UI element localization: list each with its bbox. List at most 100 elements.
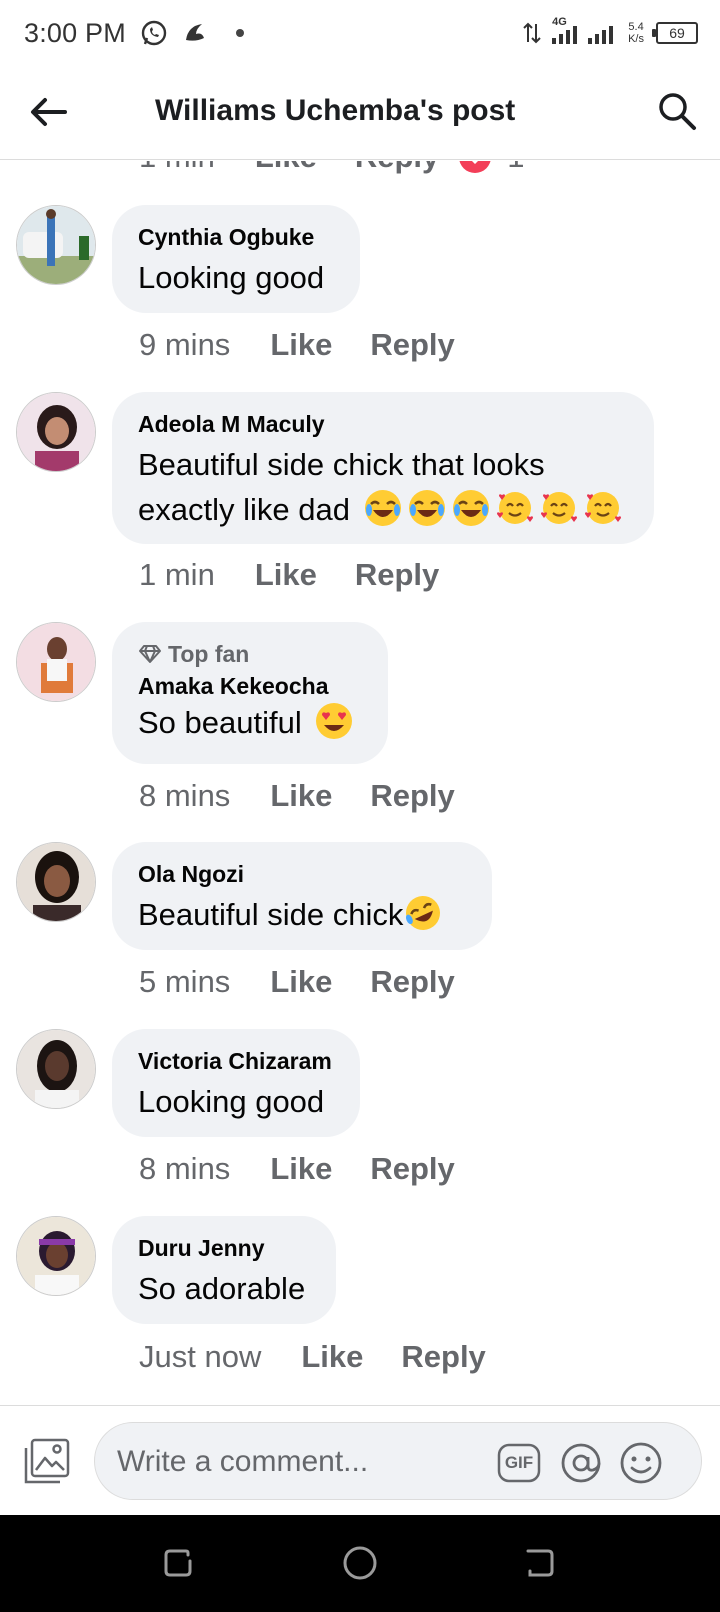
notification-dot <box>235 29 244 37</box>
speed-value: 5.4 <box>628 21 644 33</box>
arrow-left-icon <box>31 98 67 126</box>
comment-feed[interactable]: 1 min Like Reply 1 Cynthia Ogbuke Lookin… <box>0 161 720 1405</box>
comment-input[interactable] <box>117 1441 487 1483</box>
like-button[interactable]: Like <box>270 964 332 1000</box>
page-header: Williams Uchemba's post <box>0 66 720 160</box>
comment-time: 8 mins <box>139 778 231 813</box>
gif-button[interactable]: GIF <box>497 1441 541 1485</box>
like-button[interactable]: Like <box>255 161 317 175</box>
photo-button[interactable] <box>20 1434 74 1488</box>
heart-reaction-icon[interactable] <box>459 161 492 173</box>
like-button[interactable]: Like <box>270 778 332 814</box>
reply-button[interactable]: Reply <box>355 557 439 593</box>
data-transfer-icon <box>522 20 542 46</box>
rofl-emoji-icon <box>406 896 441 930</box>
comment-bubble[interactable]: Adeola M Maculy Beautiful side chick tha… <box>112 392 654 544</box>
smiling-hearts-emoji-icon <box>584 492 621 524</box>
like-button[interactable]: Like <box>301 1339 363 1375</box>
back-button[interactable] <box>26 90 70 134</box>
avatar[interactable] <box>16 1216 96 1296</box>
comment-author[interactable]: Duru Jenny <box>138 1234 310 1262</box>
status-right: 4G 5.4 K/s 69 <box>522 16 698 46</box>
speed-unit: K/s <box>628 33 644 45</box>
comment-time: 8 mins <box>139 1151 231 1186</box>
reply-button[interactable]: Reply <box>370 1151 454 1187</box>
like-button[interactable]: Like <box>270 327 332 363</box>
comment-bubble[interactable]: Victoria Chizaram Looking good <box>112 1029 360 1137</box>
reply-button[interactable]: Reply <box>401 1339 485 1375</box>
emoji-button[interactable] <box>619 1441 663 1485</box>
network-type: 4G <box>552 16 567 28</box>
system-navbar <box>0 1515 720 1612</box>
comment-time: 5 mins <box>139 964 231 999</box>
home-button[interactable] <box>340 1543 380 1583</box>
comment-composer: GIF <box>0 1405 720 1515</box>
back-icon <box>526 1549 554 1577</box>
recent-apps-button[interactable] <box>158 1543 198 1583</box>
mention-button[interactable] <box>559 1441 603 1485</box>
comment-text-line-1: Beautiful side chick that looks <box>138 447 545 482</box>
reaction-count: 1 <box>507 161 524 175</box>
comment-text-body: So beautiful <box>138 705 302 740</box>
recent-apps-icon <box>164 1549 192 1577</box>
avatar[interactable] <box>16 392 96 472</box>
emoji-icon <box>620 1442 662 1484</box>
smiling-hearts-emoji-icon <box>540 492 577 524</box>
comment-text: So beautiful <box>138 700 362 745</box>
smiling-hearts-emoji-icon <box>496 492 533 524</box>
avatar[interactable] <box>16 1029 96 1109</box>
comment-text: So adorable <box>138 1271 306 1306</box>
whatsapp-icon <box>140 19 168 47</box>
avatar[interactable] <box>16 622 96 702</box>
comment-text: Beautiful side chick <box>138 892 466 937</box>
comment-meta: 8 mins Like Reply <box>139 1151 455 1187</box>
signal-app-icon <box>182 20 208 46</box>
comment-author[interactable]: Cynthia Ogbuke <box>138 223 334 251</box>
comment-meta: Just now Like Reply <box>139 1339 486 1375</box>
battery-level: 69 <box>669 25 685 41</box>
network-speed: 5.4 K/s <box>628 21 644 45</box>
gif-label: GIF <box>504 1453 534 1472</box>
comment-time: 9 mins <box>139 327 231 362</box>
search-icon <box>659 93 696 130</box>
reply-button[interactable]: Reply <box>355 161 439 175</box>
comment-meta: 5 mins Like Reply <box>139 964 455 1000</box>
signal-strength-icon: 4G <box>550 16 620 46</box>
joy-emoji-icon <box>364 490 401 526</box>
reply-button[interactable]: Reply <box>370 964 454 1000</box>
like-button[interactable]: Like <box>255 557 317 593</box>
reply-button[interactable]: Reply <box>370 778 454 814</box>
joy-emoji-icon <box>408 490 445 526</box>
battery-icon: 69 <box>652 22 698 44</box>
status-left: 3:00 PM <box>24 18 244 49</box>
comment-author[interactable]: Victoria Chizaram <box>138 1047 334 1075</box>
comment-text: Looking good <box>138 1084 325 1119</box>
comment-meta: 9 mins Like Reply <box>139 327 455 363</box>
top-fan-badge: Top fan <box>138 640 362 668</box>
comment-meta: 1 min Like Reply <box>139 557 439 593</box>
comment-meta: 8 mins Like Reply <box>139 778 455 814</box>
top-fan-label: Top fan <box>168 641 250 667</box>
comment-bubble[interactable]: Top fan Amaka Kekeocha So beautiful <box>112 622 388 764</box>
like-button[interactable]: Like <box>270 1151 332 1187</box>
comment-author[interactable]: Adeola M Maculy <box>138 410 628 438</box>
status-time: 3:00 PM <box>24 17 126 48</box>
comment-time: Just now <box>139 1339 262 1374</box>
comment-meta-partial: 1 min Like Reply 1 <box>139 161 525 175</box>
comment-text-line-2: exactly like dad <box>138 492 350 527</box>
avatar[interactable] <box>16 205 96 285</box>
comment-text: Beautiful side chick that looks exactly … <box>138 442 628 532</box>
back-nav-button[interactable] <box>520 1543 560 1583</box>
joy-emoji-icon <box>452 490 489 526</box>
comment-text: Looking good <box>138 260 325 295</box>
comment-author[interactable]: Amaka Kekeocha <box>138 672 362 700</box>
comment-time: 1 min <box>139 557 215 592</box>
search-button[interactable] <box>654 88 700 134</box>
reply-button[interactable]: Reply <box>370 327 454 363</box>
comment-bubble[interactable]: Ola Ngozi Beautiful side chick <box>112 842 492 950</box>
comment-bubble[interactable]: Cynthia Ogbuke Looking good <box>112 205 360 313</box>
comment-input-box[interactable]: GIF <box>94 1422 702 1500</box>
avatar[interactable] <box>16 842 96 922</box>
comment-bubble[interactable]: Duru Jenny So adorable <box>112 1216 336 1324</box>
comment-author[interactable]: Ola Ngozi <box>138 860 466 888</box>
